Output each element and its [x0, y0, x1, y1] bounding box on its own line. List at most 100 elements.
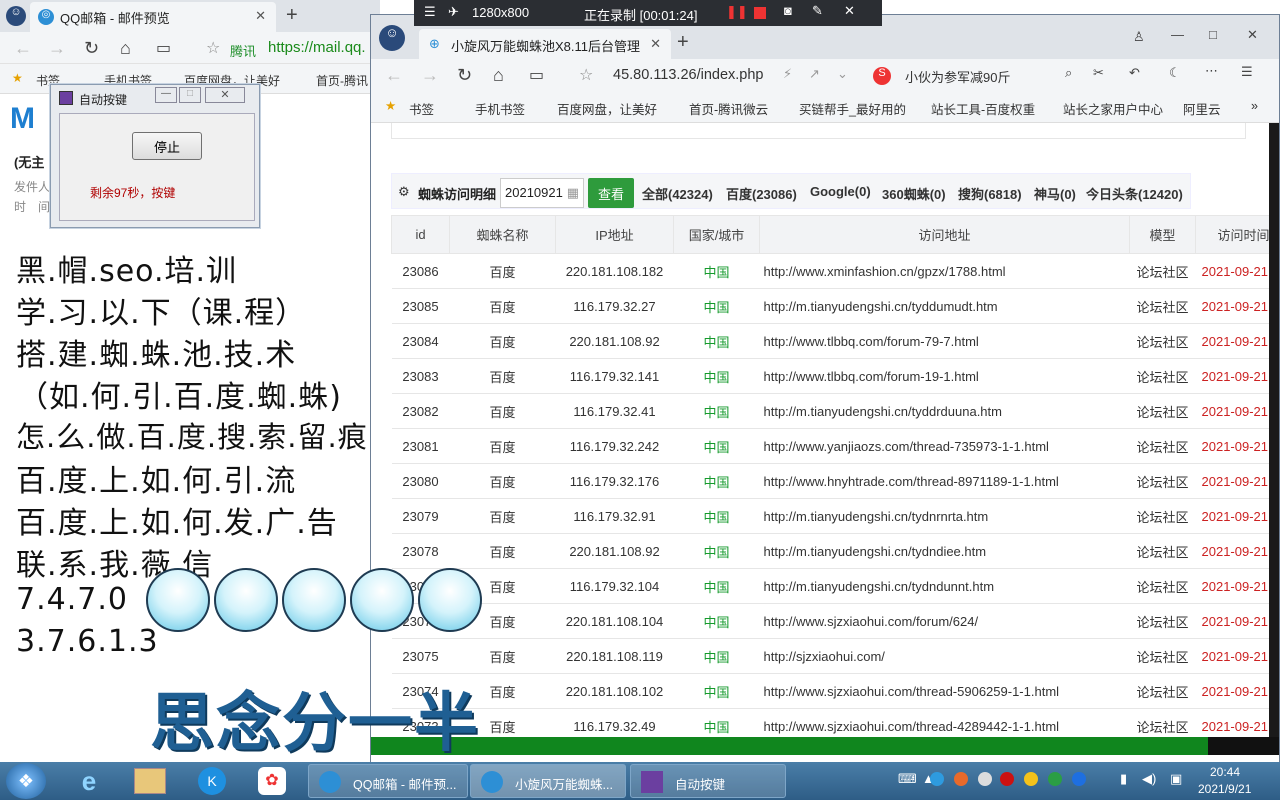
- stat-google[interactable]: Google(0): [810, 184, 871, 199]
- stat-360[interactable]: 360蜘蛛(0): [882, 184, 946, 203]
- home-icon[interactable]: ⌂: [493, 65, 504, 86]
- date-input[interactable]: 20210921 ▦: [500, 178, 584, 208]
- tab-spider-pool[interactable]: ⊕ 小旋风万能蜘蛛池X8.11后台管理 ✕: [419, 29, 671, 59]
- stat-sogou[interactable]: 搜狗(6818): [958, 184, 1022, 203]
- table-row[interactable]: 23078 百度 220.181.108.92 中国 http://m.tianyude…: [391, 533, 1279, 569]
- table-row[interactable]: 23075 百度 220.181.108.119 中国 http://sjzxiaohu…: [391, 638, 1279, 674]
- close-tab-icon[interactable]: ✕: [255, 8, 266, 24]
- stop-record-icon[interactable]: [754, 7, 766, 19]
- main-url[interactable]: 45.80.113.26/index.php: [613, 67, 764, 83]
- bookmark-item[interactable]: 阿里云: [1183, 99, 1221, 118]
- home-icon[interactable]: ⌂: [120, 38, 131, 59]
- tray-icon-5[interactable]: [1024, 772, 1038, 786]
- bookmark-item[interactable]: 书签: [409, 99, 434, 118]
- table-row[interactable]: 23084 百度 220.181.108.92 中国 http://www.tlbbq.…: [391, 323, 1279, 359]
- column-header[interactable]: 访问时间: [1195, 215, 1279, 254]
- new-tab-icon[interactable]: +: [677, 31, 689, 54]
- user-avatar-icon[interactable]: ☺: [379, 25, 405, 51]
- reader-icon[interactable]: ▭: [156, 38, 171, 58]
- close-tab-icon[interactable]: ✕: [650, 36, 661, 52]
- clock-time[interactable]: 20:44: [1210, 765, 1240, 779]
- table-row[interactable]: 23085 百度 116.179.32.27 中国 http://m.tianyuden…: [391, 288, 1279, 324]
- sogou-search-icon[interactable]: S: [873, 67, 891, 85]
- more-icon[interactable]: ⋯: [1205, 63, 1218, 79]
- table-row[interactable]: 23074 百度 220.181.108.102 中国 http://www.sjzxi…: [391, 673, 1279, 709]
- cell-url[interactable]: http://www.yanjiaozs.com/thread-735973-1…: [759, 428, 1130, 464]
- cell-url[interactable]: http://m.tianyudengshi.cn/tydnrnrta.htm: [759, 498, 1130, 534]
- tray-icon-1[interactable]: [930, 772, 944, 786]
- reload-icon[interactable]: ↻: [84, 38, 99, 59]
- bookmark-item[interactable]: 百度网盘，让美好: [557, 99, 657, 118]
- bookmark-item[interactable]: 首页-腾讯微云: [689, 99, 768, 118]
- back-icon[interactable]: ←: [385, 65, 403, 86]
- bookmark-item[interactable]: 手机书签: [475, 99, 525, 118]
- back-icon[interactable]: ←: [14, 38, 32, 59]
- camera-icon[interactable]: ◙: [784, 3, 792, 18]
- cell-url[interactable]: http://sjzxiaohui.com/: [759, 638, 1130, 674]
- shirt-icon[interactable]: ♙: [1133, 29, 1145, 45]
- bookmark-item[interactable]: 站长之家用户中心: [1063, 99, 1163, 118]
- cell-url[interactable]: http://m.tianyudengshi.cn/tyddumudt.htm: [759, 288, 1130, 324]
- minimize-button[interactable]: —: [155, 87, 177, 103]
- taskbar-qq-mail[interactable]: QQ邮箱 - 邮件预...: [308, 764, 468, 798]
- back-url[interactable]: https://mail.qq.: [268, 39, 366, 56]
- maximize-button[interactable]: □: [179, 87, 201, 103]
- search-icon[interactable]: ⌕: [1065, 65, 1072, 81]
- scissors-icon[interactable]: ✂: [1093, 65, 1104, 81]
- close-recorder-icon[interactable]: ✕: [844, 3, 855, 19]
- bookmark-item[interactable]: 首页-腾讯: [316, 72, 368, 89]
- cell-url[interactable]: http://www.tlbbq.com/forum-79-7.html: [759, 323, 1130, 359]
- clock-date[interactable]: 2021/9/21: [1198, 782, 1251, 796]
- menu-icon[interactable]: ☰: [424, 4, 436, 20]
- stat-baidu[interactable]: 百度(23086): [726, 184, 797, 203]
- column-header[interactable]: IP地址: [555, 215, 674, 254]
- volume-icon[interactable]: ◀): [1142, 771, 1156, 787]
- network-icon[interactable]: ▮: [1120, 771, 1127, 787]
- more-bookmarks-icon[interactable]: »: [1251, 99, 1258, 113]
- taskbar-auto-key[interactable]: 自动按键: [630, 764, 786, 798]
- cell-url[interactable]: http://m.tianyudengshi.cn/tydndiee.htm: [759, 533, 1130, 569]
- pin-icon[interactable]: ✈: [448, 4, 459, 20]
- table-row[interactable]: 23086 百度 220.181.108.182 中国 http://www.xminf…: [391, 253, 1279, 289]
- menu-icon[interactable]: ☰: [1241, 64, 1253, 80]
- pen-icon[interactable]: ✎: [812, 3, 823, 19]
- view-button[interactable]: 查看: [588, 178, 634, 208]
- minimize-icon[interactable]: —: [1171, 27, 1184, 42]
- tray-record-icon[interactable]: [1000, 772, 1014, 786]
- tray-icon-2[interactable]: [954, 772, 968, 786]
- undo-icon[interactable]: ↶: [1129, 65, 1140, 81]
- stat-all[interactable]: 全部(42324): [642, 184, 713, 203]
- cell-url[interactable]: http://www.sjzxiaohui.com/thread-5906259…: [759, 673, 1130, 709]
- tray-icon-6[interactable]: [1048, 772, 1062, 786]
- lightning-icon[interactable]: ⚡: [783, 66, 792, 82]
- cell-url[interactable]: http://m.tianyudengshi.cn/tydndunnt.htm: [759, 568, 1130, 604]
- pause-icon[interactable]: ❚❚: [726, 4, 748, 20]
- close-window-icon[interactable]: ✕: [1247, 27, 1258, 43]
- table-row[interactable]: 23082 百度 116.179.32.41 中国 http://m.tianyuden…: [391, 393, 1279, 429]
- cell-url[interactable]: http://www.tlbbq.com/forum-19-1.html: [759, 358, 1130, 394]
- colorful-app-icon[interactable]: ✿: [258, 767, 286, 795]
- column-header[interactable]: id: [391, 215, 450, 254]
- action-center-icon[interactable]: ▣: [1170, 771, 1182, 787]
- table-row[interactable]: 23076 百度 220.181.108.104 中国 http://www.sjzxi…: [391, 603, 1279, 639]
- tab-qq-mail[interactable]: ◎ QQ邮箱 - 邮件预览 ✕: [30, 2, 276, 32]
- keyboard-icon[interactable]: ⌨: [898, 771, 917, 787]
- table-row[interactable]: 23079 百度 116.179.32.91 中国 http://m.tianyuden…: [391, 498, 1279, 534]
- cell-url[interactable]: http://www.xminfashion.cn/gpzx/1788.html: [759, 253, 1130, 289]
- tray-icon-7[interactable]: [1072, 772, 1086, 786]
- reader-icon[interactable]: ▭: [529, 65, 544, 85]
- column-header[interactable]: 访问地址: [759, 215, 1130, 254]
- bookmark-item[interactable]: 站长工具-百度权重: [931, 99, 1035, 118]
- cell-url[interactable]: http://www.hnyhtrade.com/thread-8971189-…: [759, 463, 1130, 499]
- table-row[interactable]: 23080 百度 116.179.32.176 中国 http://www.hnyhtr…: [391, 463, 1279, 499]
- stat-shenma[interactable]: 神马(0): [1034, 184, 1076, 203]
- reload-icon[interactable]: ↻: [457, 65, 472, 86]
- k-app-icon[interactable]: K: [198, 767, 226, 795]
- night-mode-icon[interactable]: ☾: [1169, 65, 1181, 81]
- share-icon[interactable]: ↗: [809, 66, 820, 82]
- scrollbar[interactable]: [1269, 123, 1279, 737]
- taskbar-spider-pool[interactable]: 小旋风万能蜘蛛...: [470, 764, 626, 798]
- stop-button[interactable]: 停止: [132, 132, 202, 160]
- new-tab-icon[interactable]: +: [286, 4, 298, 27]
- table-row[interactable]: 23083 百度 116.179.32.141 中国 http://www.tlbbq.…: [391, 358, 1279, 394]
